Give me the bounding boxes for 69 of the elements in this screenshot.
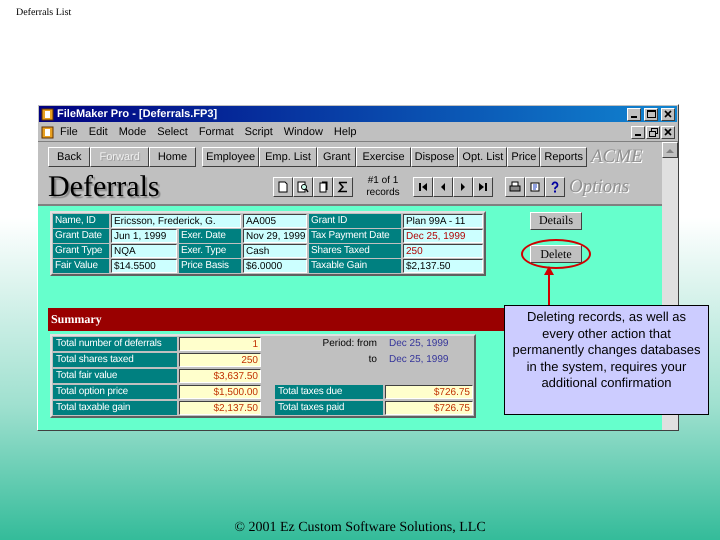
section-button[interactable]: Reports <box>540 147 587 167</box>
field-label: Total number of deferrals <box>53 337 177 351</box>
action-button[interactable]: Delete <box>530 245 582 263</box>
slide-title: Deferrals List <box>15 6 72 20</box>
summary-value: $726.75 <box>385 401 473 415</box>
record-counter: #1 of 1 records <box>365 175 401 199</box>
menu-item[interactable]: Edit <box>84 126 113 138</box>
action-button[interactable]: Details <box>530 212 582 230</box>
field-value: AA005 <box>243 214 307 228</box>
field-value: $6.0000 <box>243 259 307 273</box>
summary-value: $2,137.50 <box>179 401 261 415</box>
field-label: Total taxable gain <box>53 401 177 415</box>
field-label: Total taxes paid <box>275 401 383 415</box>
section-button[interactable]: Grant <box>316 147 356 167</box>
field-value: Plan 99A - 11 <box>403 214 483 228</box>
field-value: Nov 29, 1999 <box>243 229 307 243</box>
field-label: Exer. Type <box>179 244 241 258</box>
field-value: Cash <box>243 244 307 258</box>
field-value: $14.5500 <box>111 259 177 273</box>
field-label: Total shares taxed <box>53 353 177 367</box>
field-label: Grant ID <box>309 214 401 228</box>
field-label: Grant Date <box>53 229 109 243</box>
window-title: FileMaker Pro - [Deferrals.FP3] <box>57 108 218 120</box>
section-button[interactable]: Dispose <box>410 147 458 167</box>
field-label: Price Basis <box>179 259 241 273</box>
brand-logo: ACME <box>590 146 643 168</box>
period-label: Period: from <box>322 337 378 351</box>
copyright-footer: © 2001 Ez Custom Software Solutions, LLC <box>234 520 486 536</box>
summary-value: $3,637.50 <box>179 369 261 383</box>
field-label: Taxable Gain <box>309 259 401 273</box>
field-label: Exer. Date <box>179 229 241 243</box>
period-date: Dec 25, 1999 <box>388 353 450 367</box>
field-value: NQA <box>111 244 177 258</box>
field-label: Name, ID <box>53 214 109 228</box>
summary-value: $726.75 <box>385 385 473 399</box>
menu-item[interactable]: Script <box>240 126 278 138</box>
menu-item[interactable]: Window <box>278 126 328 138</box>
options-label: Options <box>569 176 630 198</box>
field-value: Dec 25, 1999 <box>403 229 483 243</box>
callout-tooltip: Deleting records, as well as every other action that permanently changes databases in the system, requires your additional confirmation <box>504 305 709 415</box>
section-button[interactable]: Employee <box>202 147 260 167</box>
field-value: $2,137.50 <box>403 259 483 273</box>
nav-button[interactable]: Home <box>148 147 196 167</box>
period-label: to <box>368 353 378 367</box>
field-label: Tax Payment Date <box>309 229 401 243</box>
field-value: 250 <box>403 244 483 258</box>
menu-item[interactable]: Format <box>194 126 239 138</box>
menu-item[interactable]: Select <box>152 126 193 138</box>
nav-button[interactable]: Back <box>48 147 90 167</box>
summary-value: $1,500.00 <box>179 385 261 399</box>
section-button[interactable]: Emp. List <box>259 147 317 167</box>
field-value: Ericsson, Frederick, G. <box>111 214 241 228</box>
period-date: Dec 25, 1999 <box>388 337 450 351</box>
field-label: Shares Taxed <box>309 244 401 258</box>
field-label: Fair Value <box>53 259 109 273</box>
field-label: Total fair value <box>53 369 177 383</box>
layout-title: Deferrals <box>48 170 161 204</box>
field-label: Total taxes due <box>275 385 383 399</box>
summary-value: 1 <box>179 337 261 351</box>
section-button[interactable]: Exercise <box>356 147 411 167</box>
section-button[interactable]: Opt. List <box>458 147 508 167</box>
field-label: Total option price <box>53 385 177 399</box>
field-value: Jun 1, 1999 <box>111 229 177 243</box>
menu-item[interactable]: Help <box>328 126 362 138</box>
menu-item[interactable]: File <box>55 126 83 138</box>
summary-value: 250 <box>179 353 261 367</box>
field-label: Grant Type <box>53 244 109 258</box>
section-button[interactable]: Price <box>507 147 540 167</box>
menu-item[interactable]: Mode <box>114 126 152 138</box>
